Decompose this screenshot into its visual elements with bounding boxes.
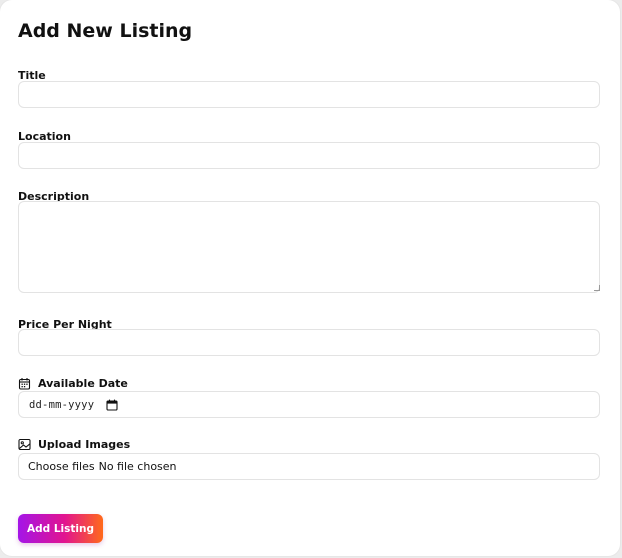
add-listing-button[interactable]: Add Listing [18, 514, 103, 543]
title-input[interactable] [18, 81, 600, 108]
add-listing-card: Add New Listing Title Location Descripti… [0, 0, 620, 556]
date-label: Available Date [18, 377, 128, 390]
resize-grip-icon[interactable] [594, 285, 600, 291]
date-input[interactable]: dd-mm-yyyy [18, 391, 600, 418]
location-input[interactable] [18, 142, 600, 169]
upload-label: Upload Images [18, 438, 130, 451]
calendar-icon [18, 377, 31, 390]
upload-label-text: Upload Images [38, 438, 131, 451]
price-input[interactable] [18, 329, 600, 356]
date-placeholder: dd-mm-yyyy [29, 398, 95, 411]
image-icon [18, 438, 31, 451]
file-status-text: No file chosen [98, 460, 177, 473]
description-textarea[interactable] [18, 201, 600, 293]
file-input[interactable]: Choose files No file chosen [18, 453, 600, 480]
page-title: Add New Listing [18, 20, 193, 42]
date-picker-icon[interactable] [106, 399, 118, 411]
choose-files-button[interactable]: Choose files [28, 460, 95, 473]
date-label-text: Available Date [38, 377, 128, 390]
